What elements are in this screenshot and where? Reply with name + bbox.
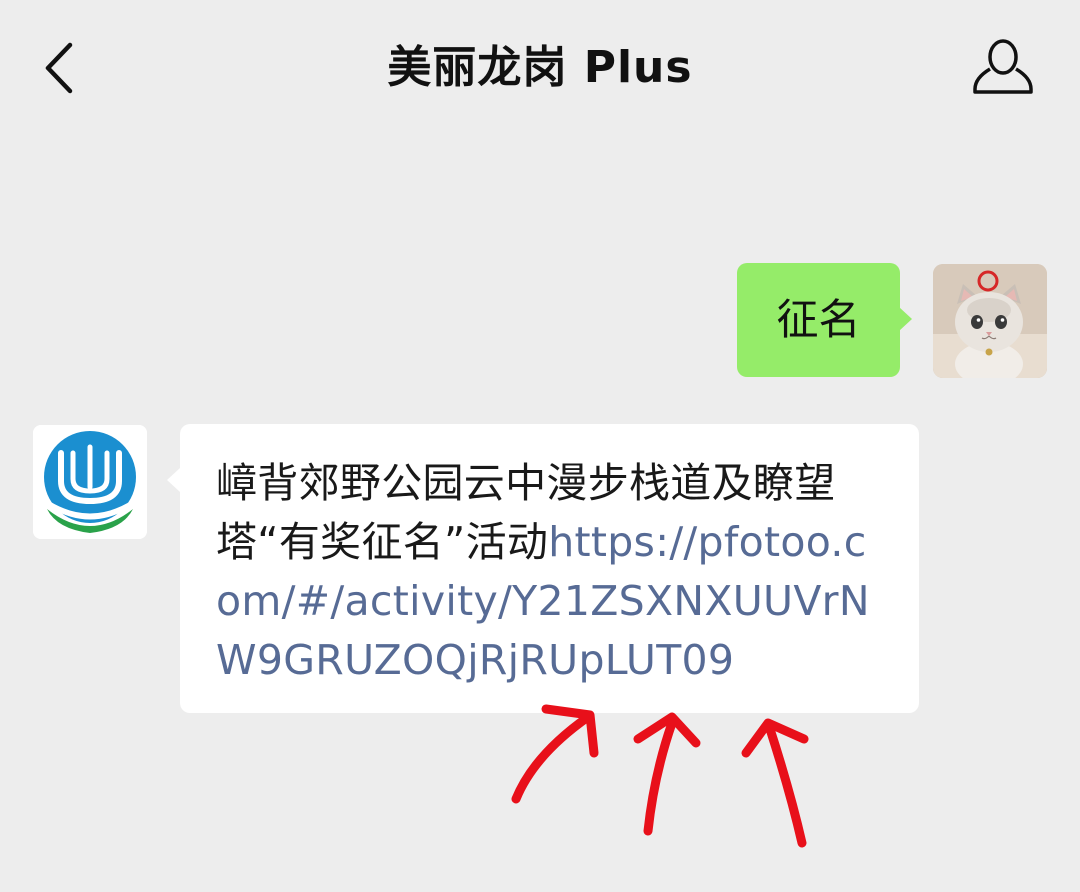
outgoing-message-bubble[interactable]: 征名	[737, 263, 912, 377]
incoming-message-bubble: 嶂背郊野公园云中漫步栈道及瞭望塔“有奖征名”活动https://pfotoo.c…	[167, 424, 919, 713]
chat-title: 美丽龙岗 Plus	[387, 42, 693, 93]
official-account-avatar[interactable]	[33, 425, 147, 539]
cat-avatar-icon	[933, 264, 1047, 378]
user-avatar[interactable]	[933, 264, 1047, 378]
person-icon	[973, 39, 1033, 94]
chat-info-button[interactable]	[970, 36, 1036, 100]
red-arrows-icon	[511, 704, 809, 848]
official-account-logo-icon	[33, 425, 147, 539]
incoming-message-body: 嶂背郊野公园云中漫步栈道及瞭望塔“有奖征名”活动https://pfotoo.c…	[216, 454, 889, 690]
chat-header: 美丽龙岗 Plus	[0, 0, 1080, 140]
red-arrows-annotation	[500, 695, 830, 865]
outgoing-message-text: 征名	[776, 295, 861, 344]
